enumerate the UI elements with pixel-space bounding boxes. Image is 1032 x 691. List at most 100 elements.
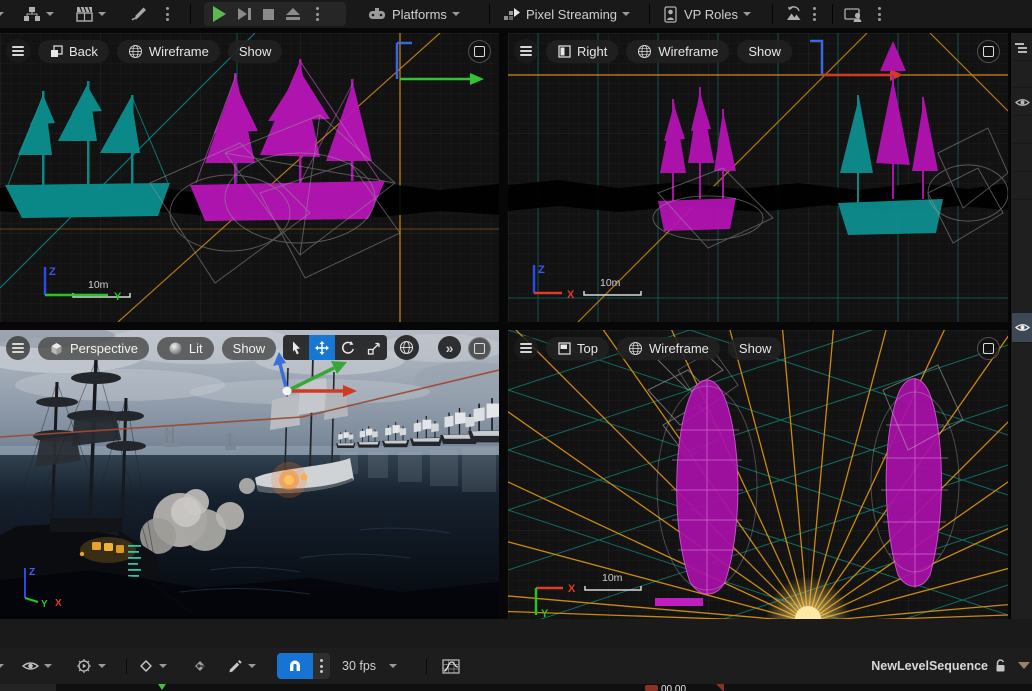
viewport-perspective-scene[interactable]: Z Y X <box>0 330 499 619</box>
move-tool-icon <box>314 340 330 356</box>
viewport-right-scene[interactable]: 10m Z X <box>508 33 1008 322</box>
snap-magnet-icon <box>287 658 303 674</box>
maximize-viewport-button[interactable] <box>468 40 491 63</box>
outliner-tree-button[interactable] <box>1012 35 1032 61</box>
media-capture-options-icon[interactable] <box>878 2 881 26</box>
viewport-back-icon <box>49 44 63 58</box>
lock-open-icon[interactable] <box>993 658 1008 673</box>
axis-y-label: Y <box>114 291 122 303</box>
scale-tool-button[interactable] <box>361 335 387 360</box>
curve-editor-button[interactable] <box>442 654 460 678</box>
world-coordinate-button[interactable] <box>394 335 419 360</box>
more-tools-button[interactable]: » <box>438 336 461 359</box>
rotate-tool-button[interactable] <box>335 335 361 360</box>
visibility-toggle-selected[interactable] <box>1012 313 1032 343</box>
snap-control <box>277 653 330 679</box>
view-mode-button[interactable]: Perspective <box>38 337 149 360</box>
viewport-back-scene[interactable]: 10m Z Y <box>0 33 499 322</box>
show-button[interactable]: Show <box>737 40 792 63</box>
gamepad-icon <box>368 7 387 22</box>
move-tool-button[interactable] <box>309 335 335 360</box>
view-mode-button[interactable]: Back <box>38 40 109 63</box>
node-tree-icon <box>24 6 41 22</box>
axis-y-label: Y <box>41 599 48 610</box>
outliner-edge-panel <box>1010 33 1032 619</box>
show-button[interactable]: Show <box>228 40 283 63</box>
snap-options-button[interactable] <box>313 653 330 679</box>
render-button[interactable] <box>784 2 804 26</box>
keyframe-diamond-icon <box>138 658 154 674</box>
scale-label: 10m <box>600 277 621 289</box>
viewport-menu-button[interactable] <box>514 39 538 63</box>
show-button[interactable]: Show <box>728 337 783 360</box>
rotate-tool-icon <box>340 340 356 356</box>
render-mode-button[interactable]: Lit <box>157 337 214 360</box>
render-mode-label: Wireframe <box>658 44 718 59</box>
panel-row[interactable] <box>1012 174 1032 200</box>
sequencer-timeline[interactable]: 00.00 <box>0 684 1032 691</box>
edit-options-button[interactable] <box>227 654 256 678</box>
render-mode-button[interactable]: Wireframe <box>626 40 729 63</box>
keyframe-options-button[interactable] <box>138 654 167 678</box>
sequence-name[interactable]: NewLevelSequence <box>871 659 988 673</box>
toolbar-separator <box>489 4 490 24</box>
playhead-marker[interactable] <box>158 684 166 690</box>
eject-button[interactable] <box>286 8 300 20</box>
edge-chevron-icon[interactable] <box>0 654 4 678</box>
render-mode-label: Wireframe <box>149 44 209 59</box>
viewport-menu-button[interactable] <box>514 336 538 360</box>
dropdown-arrow-icon[interactable] <box>1018 662 1030 669</box>
editor-modes-options-icon[interactable] <box>166 2 169 26</box>
skip-forward-button[interactable] <box>238 8 251 20</box>
maximize-viewport-button[interactable] <box>977 40 1000 63</box>
panel-row[interactable] <box>1012 62 1032 88</box>
platforms-button[interactable]: Platforms <box>368 2 460 26</box>
viewport-menu-button[interactable] <box>6 336 30 360</box>
axis-y-label: Y <box>541 608 549 619</box>
toolbar-separator <box>772 4 773 24</box>
panel-row[interactable] <box>1012 146 1032 172</box>
view-mode-button[interactable]: Right <box>546 40 618 63</box>
cursor-select-icon <box>288 340 304 356</box>
view-mode-button[interactable]: Top <box>546 337 609 360</box>
render-options-icon[interactable] <box>813 2 816 26</box>
render-mode-label: Wireframe <box>649 341 709 356</box>
scale-label: 10m <box>88 279 109 291</box>
editor-modes-button[interactable] <box>130 2 148 26</box>
play-options-icon[interactable] <box>316 7 319 21</box>
maximize-viewport-button[interactable] <box>977 337 1000 360</box>
edge-chevron-icon[interactable] <box>0 2 4 26</box>
blueprints-dropdown-button[interactable] <box>24 2 54 26</box>
world-globe-icon <box>399 340 414 355</box>
mountain-cycle-icon <box>784 5 804 23</box>
snap-toggle-button[interactable] <box>277 653 313 679</box>
auto-key-button[interactable] <box>192 654 209 678</box>
select-tool-button[interactable] <box>283 335 309 360</box>
viewport-back-header: Back Wireframe Show <box>6 39 282 63</box>
cinematics-dropdown-button[interactable] <box>76 2 106 26</box>
toolbar-separator <box>126 658 127 674</box>
wireframe-globe-icon <box>128 44 143 59</box>
show-button[interactable]: Show <box>222 337 277 360</box>
view-options-button[interactable] <box>22 654 52 678</box>
visibility-toggle[interactable] <box>1012 90 1032 116</box>
stop-button[interactable] <box>263 9 274 20</box>
fps-dropdown-button[interactable]: 30 fps <box>342 654 397 678</box>
maximize-icon <box>474 343 485 354</box>
timeline-header-block <box>0 684 56 691</box>
playback-options-button[interactable] <box>76 654 106 678</box>
pixel-streaming-button[interactable]: Pixel Streaming <box>503 2 630 26</box>
play-controls-group <box>204 2 346 26</box>
vp-roles-button[interactable]: VP Roles <box>663 2 751 26</box>
viewport-top-scene[interactable]: 10m X Y <box>508 330 1008 619</box>
chevrons-more-icon: » <box>446 340 454 356</box>
play-button[interactable] <box>213 6 226 22</box>
render-mode-button[interactable]: Wireframe <box>117 40 220 63</box>
media-capture-button[interactable] <box>844 2 864 26</box>
panel-row[interactable] <box>1012 118 1032 144</box>
render-mode-button[interactable]: Wireframe <box>617 337 720 360</box>
viewport-top-icon <box>557 341 571 355</box>
toolbar-separator <box>649 4 650 24</box>
viewport-menu-button[interactable] <box>6 39 30 63</box>
maximize-viewport-button[interactable] <box>468 337 491 360</box>
